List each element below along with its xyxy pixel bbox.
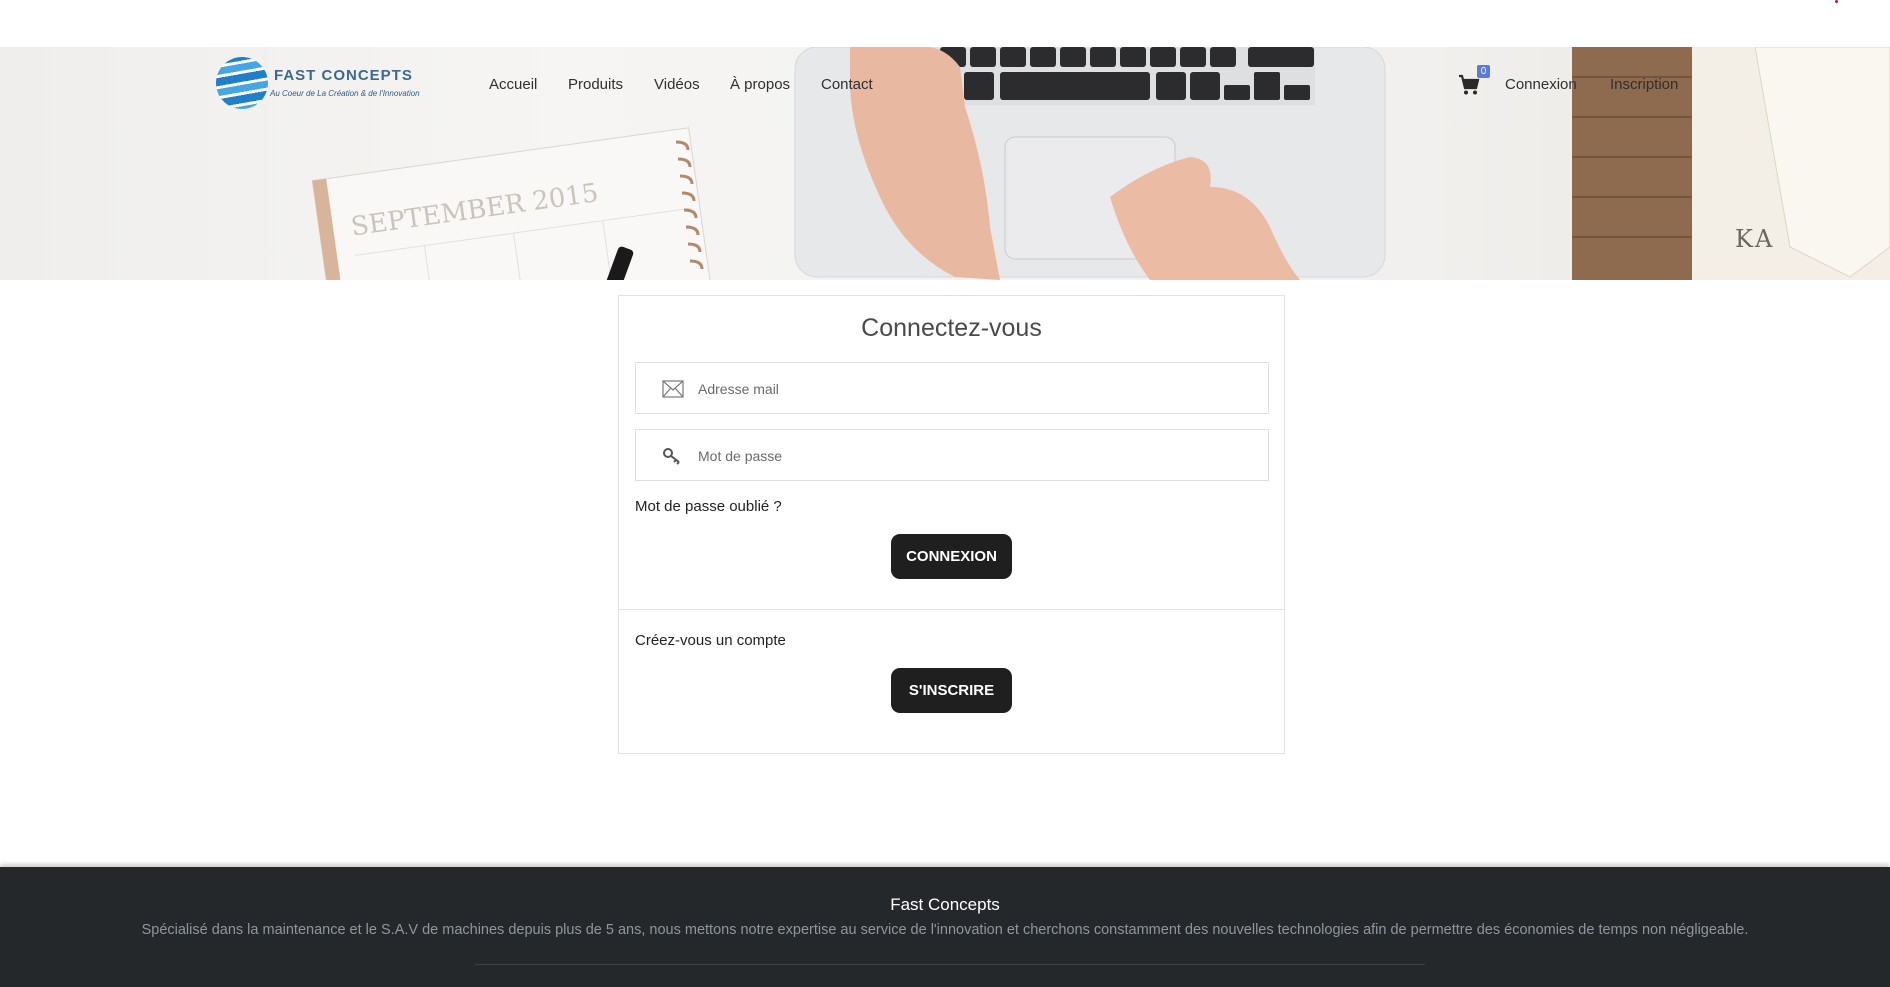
password-field[interactable] bbox=[635, 429, 1269, 481]
nav-contact[interactable]: Contact bbox=[821, 76, 873, 93]
envelope-icon bbox=[662, 380, 684, 398]
password-input[interactable] bbox=[698, 444, 1238, 468]
key-icon bbox=[663, 448, 680, 465]
nav-connexion[interactable]: Connexion bbox=[1505, 76, 1577, 93]
logo-globe-icon bbox=[216, 57, 268, 109]
footer-title: Fast Concepts bbox=[890, 895, 1000, 914]
nav-produits[interactable]: Produits bbox=[568, 76, 623, 93]
brand-tagline: Au Coeur de La Création & de l'Innovatio… bbox=[270, 89, 420, 98]
book-title-text: KA bbox=[1735, 225, 1775, 253]
nav-inscription[interactable]: Inscription bbox=[1610, 76, 1678, 93]
nav-videos[interactable]: Vidéos bbox=[654, 76, 700, 93]
signup-button[interactable]: S'INSCRIRE bbox=[891, 668, 1012, 713]
top-bar bbox=[0, 0, 1890, 47]
login-title: Connectez-vous bbox=[861, 314, 1042, 342]
brand-name: FAST CONCEPTS bbox=[274, 67, 413, 84]
cart-button[interactable]: 0 bbox=[1457, 65, 1490, 97]
footer-description: Spécialisé dans la maintenance et le S.A… bbox=[141, 922, 1749, 938]
create-account-text: Créez-vous un compte bbox=[635, 632, 786, 649]
footer-divider bbox=[475, 964, 1425, 965]
status-dot bbox=[1835, 0, 1838, 3]
nav-a-propos[interactable]: À propos bbox=[730, 76, 790, 93]
card-divider bbox=[619, 609, 1284, 610]
email-field[interactable] bbox=[635, 362, 1269, 414]
login-submit-button[interactable]: CONNEXION bbox=[891, 534, 1012, 579]
forgot-password-link[interactable]: Mot de passe oublié ? bbox=[635, 498, 782, 515]
email-input[interactable] bbox=[698, 377, 1238, 401]
nav-accueil[interactable]: Accueil bbox=[489, 76, 537, 93]
site-logo[interactable]: FAST CONCEPTS Au Coeur de La Création & … bbox=[212, 57, 420, 111]
cart-count-badge: 0 bbox=[1477, 65, 1490, 78]
login-card: Connectez-vous Mot de passe oublié ? CON… bbox=[618, 295, 1285, 754]
site-footer: Fast Concepts Spécialisé dans la mainten… bbox=[0, 867, 1890, 987]
